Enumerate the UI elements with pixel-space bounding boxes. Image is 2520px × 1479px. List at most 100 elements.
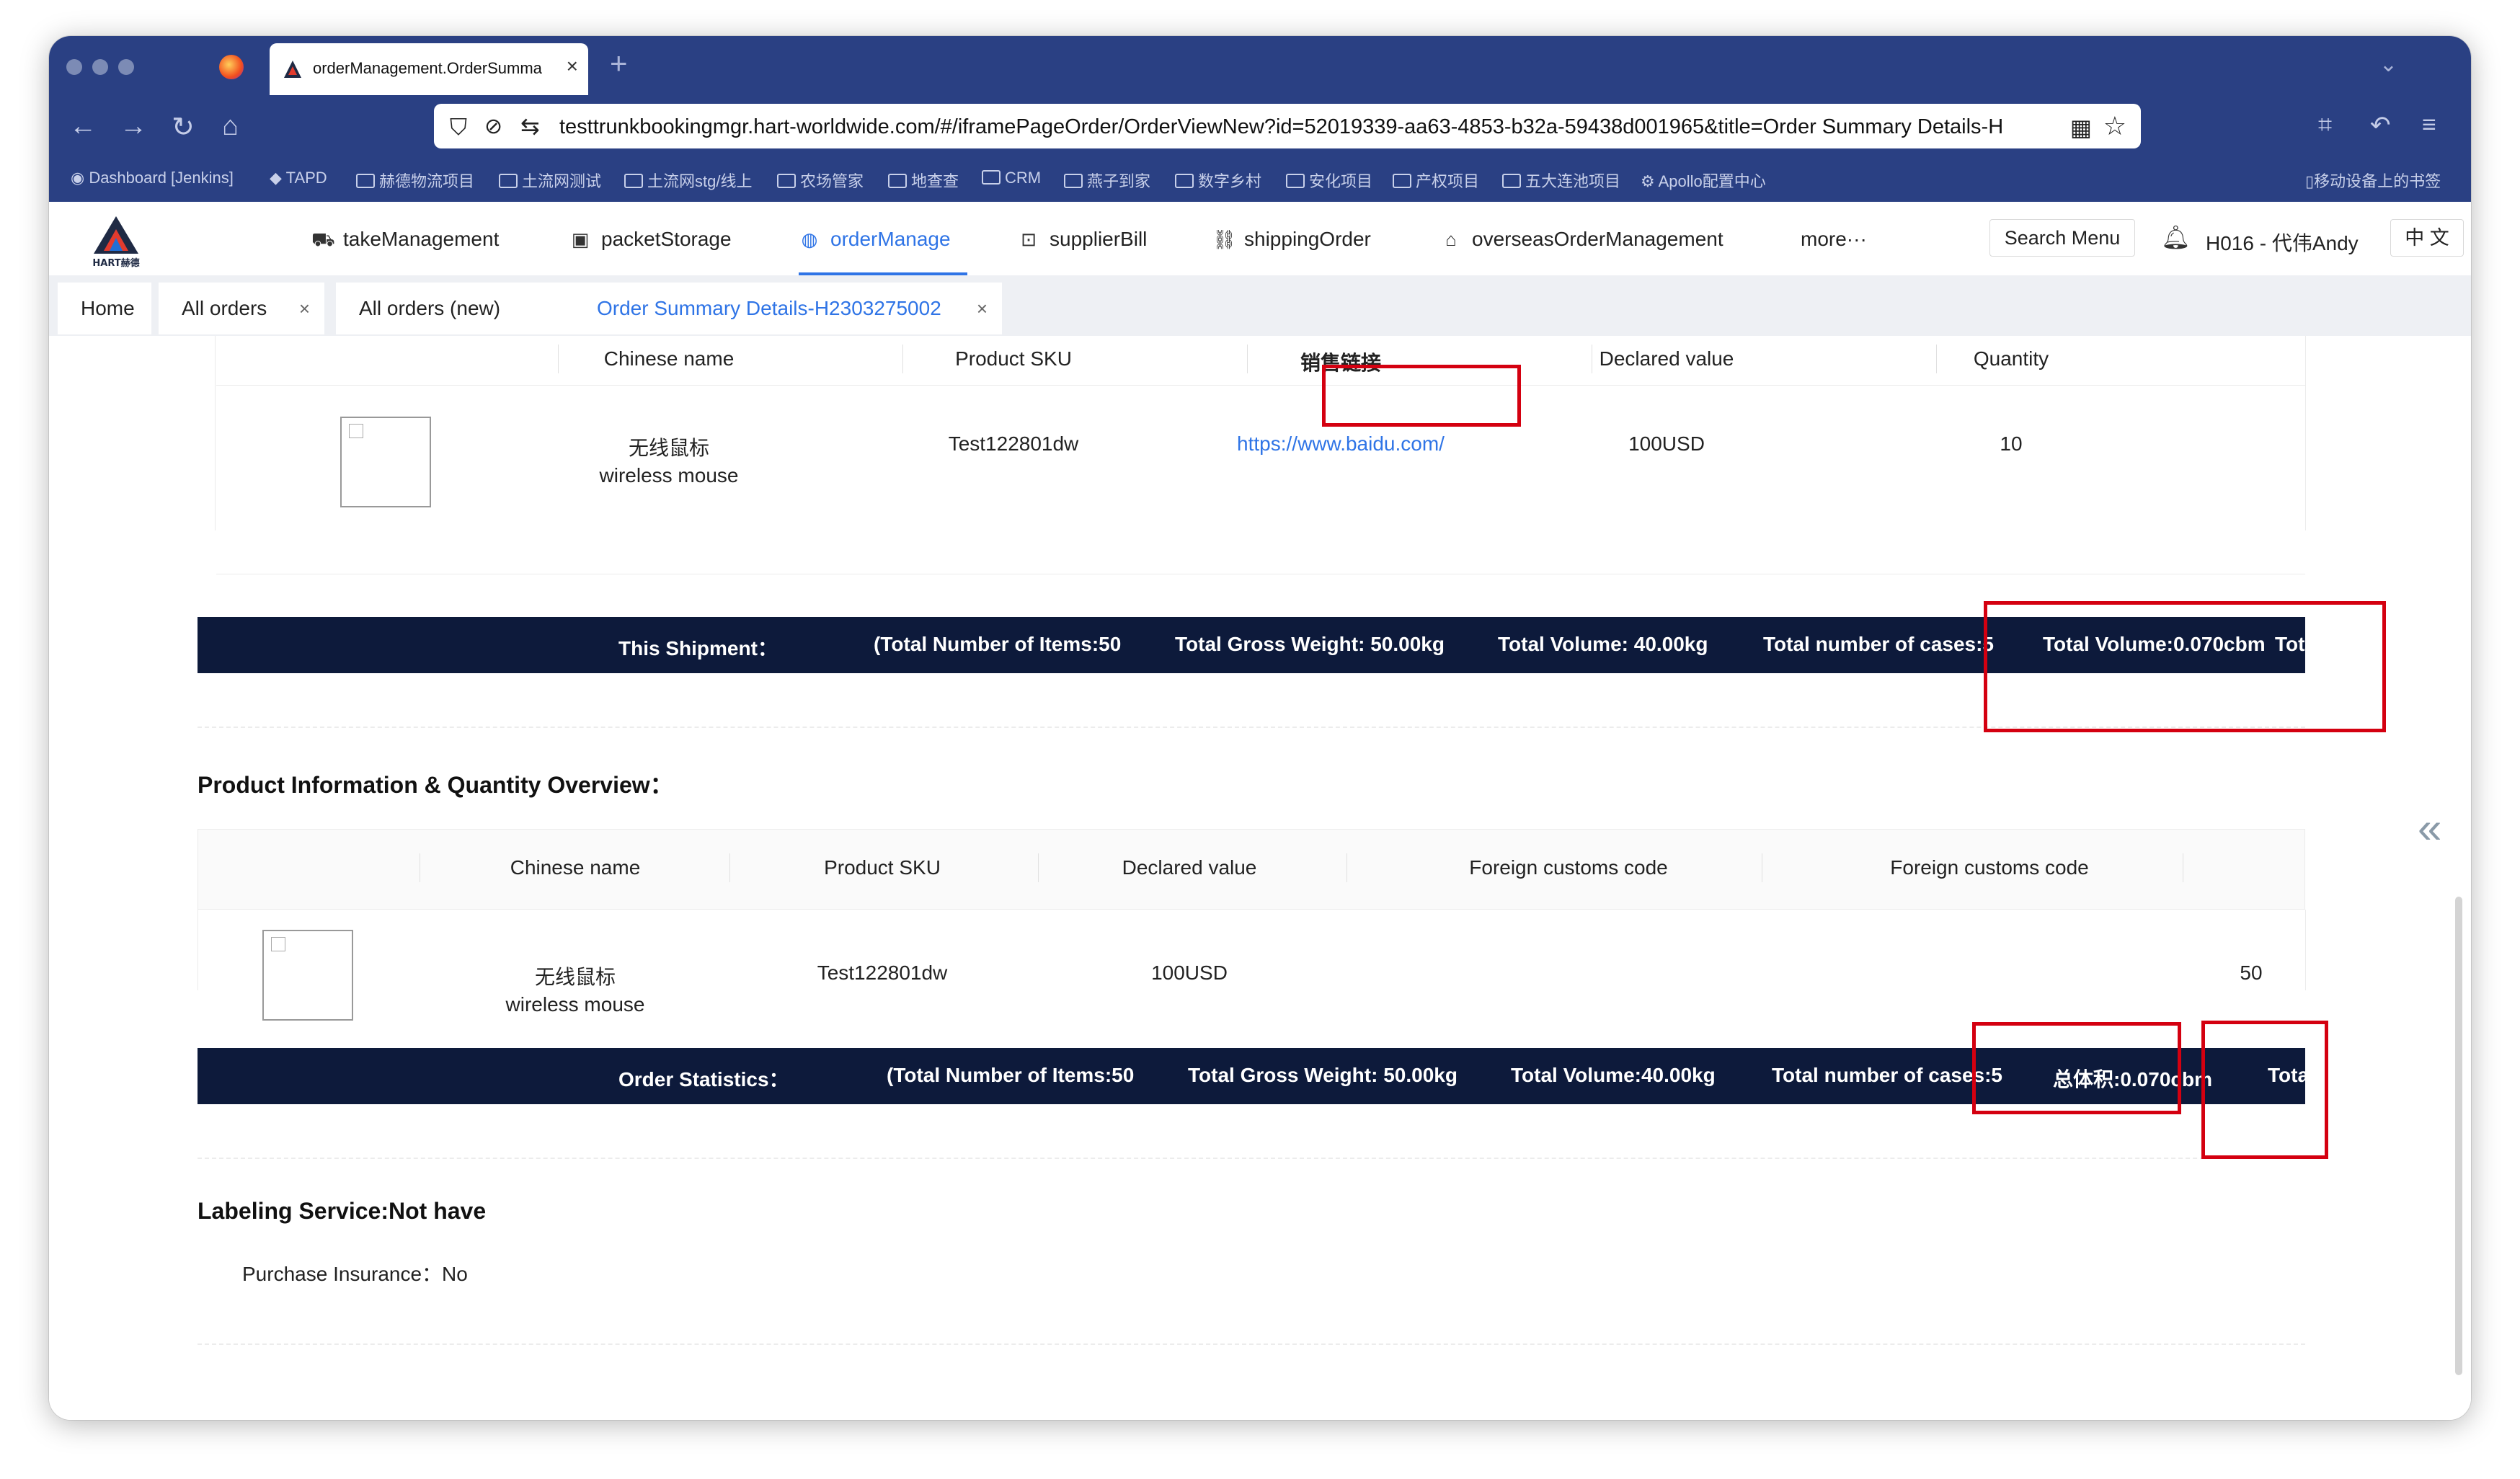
summary-cases: Total number of cases:5 — [1763, 633, 1995, 655]
bookmark-item[interactable]: ⚙ Apollo配置中心 — [1641, 169, 1766, 192]
chevron-down-icon[interactable]: ⌄ — [2379, 52, 2397, 77]
menu-shipping-order[interactable]: ⛓ shippingOrder — [1212, 228, 1371, 251]
bookmark-item[interactable]: ▯移动设备上的书签 — [2305, 169, 2441, 192]
bookmark-item[interactable]: 数字乡村 — [1175, 169, 1261, 192]
row-english-name: wireless mouse — [599, 464, 739, 487]
bookmark-item[interactable]: 燕子到家 — [1064, 169, 1150, 192]
home-icon[interactable]: ⌂ — [222, 111, 239, 142]
bookmark-item[interactable]: 土流网stg/线上 — [624, 169, 752, 192]
tab-order-summary-details[interactable]: Order Summary Details-H2303275002 × — [574, 283, 1002, 334]
bookmark-item[interactable]: 土流网测试 — [499, 169, 601, 192]
menu-more[interactable]: more··· — [1801, 228, 1867, 251]
bookmark-item[interactable]: ◆ TAPD — [270, 169, 327, 187]
collapse-panel-icon[interactable]: « — [2418, 803, 2441, 853]
row-sku: Test122801dw — [948, 432, 1079, 455]
reload-icon[interactable]: ↻ — [172, 111, 195, 143]
new-tab-icon[interactable]: + — [610, 46, 628, 81]
app-header: HART赫德 ⛟ takeManagement ▣ packetStorage ◍ o… — [49, 202, 2471, 276]
crop-icon[interactable]: ⌗ — [2318, 111, 2332, 139]
bookmark-item[interactable]: 农场管家 — [777, 169, 864, 192]
browser-tab-active[interactable]: orderManagement.OrderSumma × — [270, 43, 588, 95]
overview-title: Product Information & Quantity Overview： — [198, 772, 673, 798]
bookmark-item[interactable]: CRM — [982, 169, 1041, 187]
search-menu-button[interactable]: Search Menu — [1989, 219, 2135, 257]
stats-gross-weight: Total Gross Weight: 50.00kg — [1188, 1064, 1458, 1086]
row-quantity: 10 — [2000, 432, 2023, 455]
menu-supplier-bill[interactable]: ⊡ supplierBill — [1018, 228, 1147, 251]
header-chinese-name: Chinese name — [603, 347, 735, 370]
browser-tab-title: orderManagement.OrderSumma — [313, 59, 542, 77]
stats-cases: Total number of cases:5 — [1772, 1064, 2003, 1086]
overview-header-customs-code: Foreign customs code — [1469, 856, 1668, 879]
summary-gross-weight: Total Gross Weight: 50.00kg — [1175, 633, 1445, 655]
box-icon: ▣ — [571, 228, 590, 250]
header-product-sku: Product SKU — [955, 347, 1072, 370]
labeling-service-title: Labeling Service:Not have — [198, 1198, 487, 1224]
bill-icon: ⊡ — [1021, 228, 1037, 250]
bookmark-item[interactable]: 五大连池项目 — [1502, 169, 1620, 192]
bookmark-item[interactable]: 产权项目 — [1393, 169, 1479, 192]
purchase-insurance: Purchase Insurance：No — [242, 1263, 468, 1285]
row-sales-link[interactable]: https://www.baidu.com/ — [1233, 432, 1449, 456]
back-icon[interactable]: ← — [69, 111, 97, 142]
undo-icon[interactable]: ↶ — [2370, 111, 2391, 140]
menu-take-management[interactable]: ⛟ takeManagement — [311, 228, 499, 254]
overview-row-chinese-name: 无线鼠标 — [534, 966, 616, 988]
scrollbar[interactable] — [2455, 897, 2462, 1375]
bookmark-item[interactable]: ◉ Dashboard [Jenkins] — [71, 169, 234, 187]
url-text[interactable]: testtrunkbookingmgr.hart-worldwide.com/#… — [559, 115, 2059, 139]
bookmark-star-icon[interactable]: ☆ — [2103, 111, 2126, 141]
tab-home[interactable]: Home — [58, 283, 151, 334]
product-image — [340, 417, 431, 507]
window-close-dot[interactable] — [66, 59, 82, 75]
overview-product-image — [262, 930, 353, 1021]
user-name[interactable]: H016 - 代伟Andy — [2206, 228, 2359, 257]
tab-close-icon[interactable]: × — [567, 55, 578, 78]
header-declared-value: Declared value — [1599, 347, 1734, 370]
annotation-box — [1972, 1022, 2181, 1114]
stats-label: Order Statistics： — [618, 1068, 789, 1091]
overview-header-product-sku: Product SKU — [824, 856, 941, 879]
window-minimize-dot[interactable] — [92, 59, 108, 75]
car-icon: ⛟ — [311, 228, 335, 250]
logo-text: HART赫德 — [92, 257, 139, 269]
address-bar[interactable]: ⛉ ⊘ ⇆ testtrunkbookingmgr.hart-worldwide… — [434, 104, 2141, 148]
close-icon[interactable]: × — [299, 283, 310, 334]
close-icon[interactable]: × — [977, 283, 988, 334]
menu-packet-storage[interactable]: ▣ packetStorage — [569, 228, 732, 251]
page-tabs: Home All orders× All orders (new)× Order… — [49, 275, 2471, 336]
row-declared-value: 100USD — [1628, 432, 1705, 455]
overview-row-english-name: wireless mouse — [505, 993, 645, 1016]
hart-logo[interactable]: HART赫德 — [84, 212, 148, 270]
tab-all-orders-new[interactable]: All orders (new)× — [336, 283, 603, 334]
menu-overseas-order-management[interactable]: ⌂ overseasOrderManagement — [1440, 228, 1723, 251]
bookmark-item[interactable]: 地查查 — [888, 169, 959, 192]
annotation-box — [2201, 1021, 2328, 1159]
row-chinese-name: 无线鼠标 — [628, 437, 709, 459]
bell-icon[interactable]: 🔔︎ — [2161, 223, 2191, 251]
home-icon: ⌂ — [1445, 228, 1457, 250]
stats-items: (Total Number of Items:50 — [887, 1064, 1135, 1086]
shield-icon[interactable]: ⛉ — [450, 114, 467, 141]
window-zoom-dot[interactable] — [118, 59, 134, 75]
bookmark-item[interactable]: 赫德物流项目 — [356, 169, 474, 192]
overview-row-sku: Test122801dw — [817, 961, 948, 984]
bookmarks-bar: ◉ Dashboard [Jenkins] ◆ TAPD 赫德物流项目 土流网测… — [49, 160, 2471, 197]
summary-label: This Shipment： — [618, 637, 778, 659]
overview-header-chinese-name: Chinese name — [510, 856, 641, 879]
permissions-icon[interactable]: ⇆ — [520, 112, 540, 140]
header-quantity: Quantity — [1973, 347, 2049, 370]
forward-icon[interactable]: → — [120, 111, 147, 142]
qr-code-icon[interactable]: ▦ — [2070, 114, 2092, 141]
language-switch[interactable]: 中 文 — [2390, 219, 2464, 257]
menu-icon[interactable]: ≡ — [2422, 111, 2436, 139]
bookmark-item[interactable]: 安化项目 — [1286, 169, 1372, 192]
stats-volume: Total Volume:40.00kg — [1511, 1064, 1716, 1086]
browser-chrome: orderManagement.OrderSumma × + ⌄ ← → ↻ ⌂… — [49, 36, 2471, 202]
menu-order-manage[interactable]: ◍ orderManage — [799, 228, 951, 251]
lock-icon[interactable]: ⊘ — [484, 114, 502, 139]
summary-volume: Total Volume: 40.00kg — [1498, 633, 1708, 655]
network-icon: ⛓ — [1212, 228, 1237, 250]
order-summary-content: Chinese name Product SKU 销售链接 Declared v… — [49, 336, 2471, 1420]
tab-all-orders[interactable]: All orders × — [159, 283, 324, 334]
